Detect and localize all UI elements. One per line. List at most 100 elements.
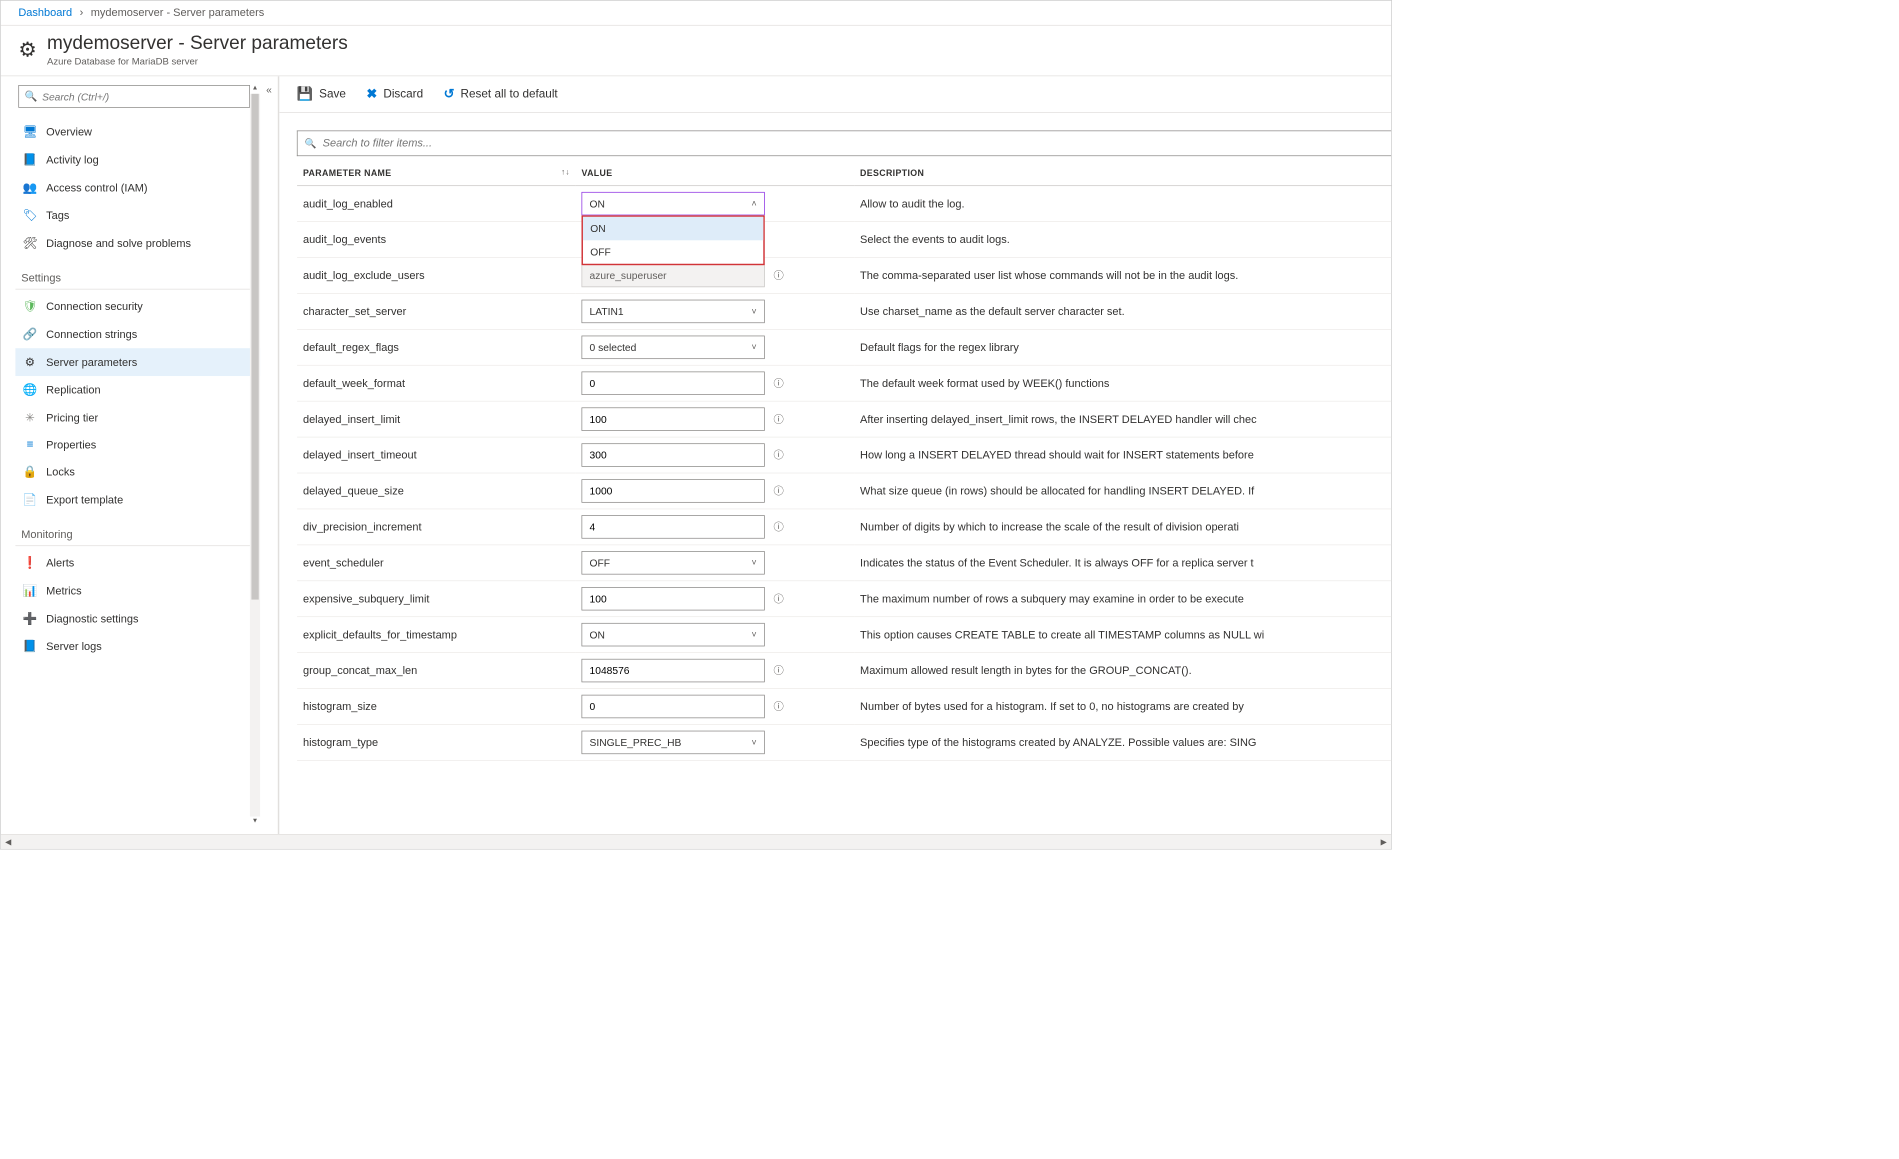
param-name: group_concat_max_len xyxy=(297,653,576,689)
gear-icon: ⚙ xyxy=(18,37,36,61)
info-icon[interactable]: ⓘ xyxy=(773,268,783,283)
param-select[interactable]: LATIN1˅ xyxy=(581,300,764,323)
sidebar-item-export-template[interactable]: 📄Export template xyxy=(15,486,260,514)
param-name: div_precision_increment xyxy=(297,509,576,545)
nav-icon: 👥 xyxy=(21,180,39,195)
search-icon: 🔍 xyxy=(25,90,38,102)
horizontal-scrollbar[interactable]: ◀▶ xyxy=(1,834,1392,849)
sidebar-item-activity-log[interactable]: 📘 Activity log xyxy=(15,146,260,174)
sidebar-item-overview[interactable]: 🖥Overview xyxy=(15,118,260,146)
save-button[interactable]: 💾 Save xyxy=(297,86,346,101)
param-input[interactable] xyxy=(589,593,756,605)
dropdown-option[interactable]: OFF xyxy=(583,240,763,263)
save-icon: 💾 xyxy=(297,86,313,101)
nav-icon: 📘 xyxy=(21,639,39,654)
param-input[interactable] xyxy=(589,521,756,533)
info-icon[interactable]: ⓘ xyxy=(773,376,783,391)
info-icon[interactable]: ⓘ xyxy=(773,520,783,535)
sidebar-item-connection-security[interactable]: 🛡Connection security xyxy=(15,292,260,320)
param-textbox[interactable] xyxy=(581,695,764,718)
param-textbox[interactable] xyxy=(581,443,764,466)
breadcrumb-root[interactable]: Dashboard xyxy=(18,7,72,19)
param-name: expensive_subquery_limit xyxy=(297,581,576,617)
nav-icon: 📘 xyxy=(21,152,39,167)
info-icon[interactable]: ⓘ xyxy=(773,592,783,607)
sidebar-item-metrics[interactable]: 📊Metrics xyxy=(15,577,260,605)
sidebar: 🔍 🖥Overview 📘 Activity log 👥Access control … xyxy=(1,76,260,834)
filter-search[interactable]: 🔍 xyxy=(297,130,1391,156)
col-description[interactable]: DESCRIPTION xyxy=(854,156,1391,186)
sidebar-item-alerts[interactable]: ❗Alerts xyxy=(15,549,260,577)
param-input[interactable] xyxy=(589,413,756,425)
param-name: explicit_defaults_for_timestamp xyxy=(297,617,576,653)
dropdown-option[interactable]: ON xyxy=(583,217,763,240)
param-select[interactable]: SINGLE_PREC_HB˅ xyxy=(581,731,764,754)
table-row: histogram_typeSINGLE_PREC_HB˅Specifies t… xyxy=(297,725,1391,761)
sidebar-search-input[interactable] xyxy=(42,91,243,103)
sidebar-item-properties[interactable]: ≡Properties xyxy=(15,432,260,458)
sidebar-item-access-control-iam-[interactable]: 👥Access control (IAM) xyxy=(15,174,260,202)
info-icon[interactable]: ⓘ xyxy=(773,663,783,678)
param-input[interactable] xyxy=(589,665,756,677)
col-parameter-name[interactable]: PARAMETER NAME ↑↓ xyxy=(297,156,576,186)
param-select[interactable]: ON˄ xyxy=(581,192,764,215)
sidebar-item-label: Replication xyxy=(46,384,100,396)
chevron-down-icon: ˅ xyxy=(751,630,756,640)
nav-icon: 🏷 xyxy=(21,208,39,223)
chevron-right-icon: › xyxy=(80,7,84,19)
reset-button[interactable]: ↺ Reset all to default xyxy=(444,86,558,101)
param-textbox[interactable] xyxy=(581,587,764,610)
collapse-sidebar-button[interactable]: « xyxy=(260,76,278,834)
sidebar-search[interactable]: 🔍 xyxy=(18,85,250,108)
info-icon[interactable]: ⓘ xyxy=(773,484,783,499)
param-value-cell: ⓘ xyxy=(575,653,854,689)
sidebar-item-diagnose-and-solve-problems[interactable]: 🛠Diagnose and solve problems xyxy=(15,229,260,257)
table-row: delayed_insert_limitⓘAfter inserting del… xyxy=(297,401,1391,437)
sidebar-item-label: Activity log xyxy=(46,154,99,166)
sidebar-item-pricing-tier[interactable]: ✳Pricing tier xyxy=(15,404,260,432)
param-description: The default week format used by WEEK() f… xyxy=(854,365,1391,401)
discard-button[interactable]: ✖ Discard xyxy=(366,86,423,101)
param-textbox[interactable] xyxy=(581,659,764,682)
param-textbox[interactable] xyxy=(581,408,764,431)
param-description: Specifies type of the histograms created… xyxy=(854,725,1391,761)
col-value[interactable]: VALUE xyxy=(575,156,854,186)
param-description: Number of digits by which to increase th… xyxy=(854,509,1391,545)
sidebar-item-server-parameters[interactable]: ⚙ Server parameters xyxy=(15,348,260,376)
param-textbox[interactable] xyxy=(581,515,764,538)
nav-icon: ⚙ xyxy=(21,355,39,370)
chevron-down-icon: ˅ xyxy=(751,342,756,352)
sidebar-item-replication[interactable]: 🌐Replication xyxy=(15,376,260,404)
table-row: event_schedulerOFF˅Indicates the status … xyxy=(297,545,1391,581)
param-name: audit_log_events xyxy=(297,222,576,258)
sidebar-scrollbar[interactable]: ▲ ▼ xyxy=(250,84,260,827)
param-input[interactable] xyxy=(589,377,756,389)
filter-input[interactable] xyxy=(323,137,1384,149)
sidebar-item-diagnostic-settings[interactable]: ➕Diagnostic settings xyxy=(15,605,260,633)
info-icon[interactable]: ⓘ xyxy=(773,412,783,427)
param-description: Default flags for the regex library xyxy=(854,329,1391,365)
search-icon: 🔍 xyxy=(305,137,317,149)
nav-icon: 🔗 xyxy=(21,327,39,342)
param-textbox[interactable] xyxy=(581,372,764,395)
param-description: The maximum number of rows a subquery ma… xyxy=(854,581,1391,617)
nav-icon: 🛡 xyxy=(21,299,39,314)
nav-icon: ❗ xyxy=(21,556,39,571)
info-icon[interactable]: ⓘ xyxy=(773,448,783,463)
nav-icon: 🔒 xyxy=(21,465,39,480)
sidebar-item-server-logs[interactable]: 📘Server logs xyxy=(15,633,260,661)
sidebar-item-label: Server parameters xyxy=(46,356,137,368)
sidebar-item-connection-strings[interactable]: 🔗Connection strings xyxy=(15,320,260,348)
param-select[interactable]: ON˅ xyxy=(581,623,764,646)
sidebar-item-tags[interactable]: 🏷Tags xyxy=(15,202,260,230)
reset-icon: ↺ xyxy=(444,86,455,101)
param-input[interactable] xyxy=(589,701,756,713)
param-dropdown: ONOFF xyxy=(581,216,764,266)
param-select[interactable]: OFF˅ xyxy=(581,551,764,574)
param-input[interactable] xyxy=(589,485,756,497)
param-textbox[interactable] xyxy=(581,479,764,502)
sidebar-item-locks[interactable]: 🔒Locks xyxy=(15,458,260,486)
info-icon[interactable]: ⓘ xyxy=(773,699,783,714)
param-input[interactable] xyxy=(589,449,756,461)
param-select[interactable]: 0 selected˅ xyxy=(581,336,764,359)
